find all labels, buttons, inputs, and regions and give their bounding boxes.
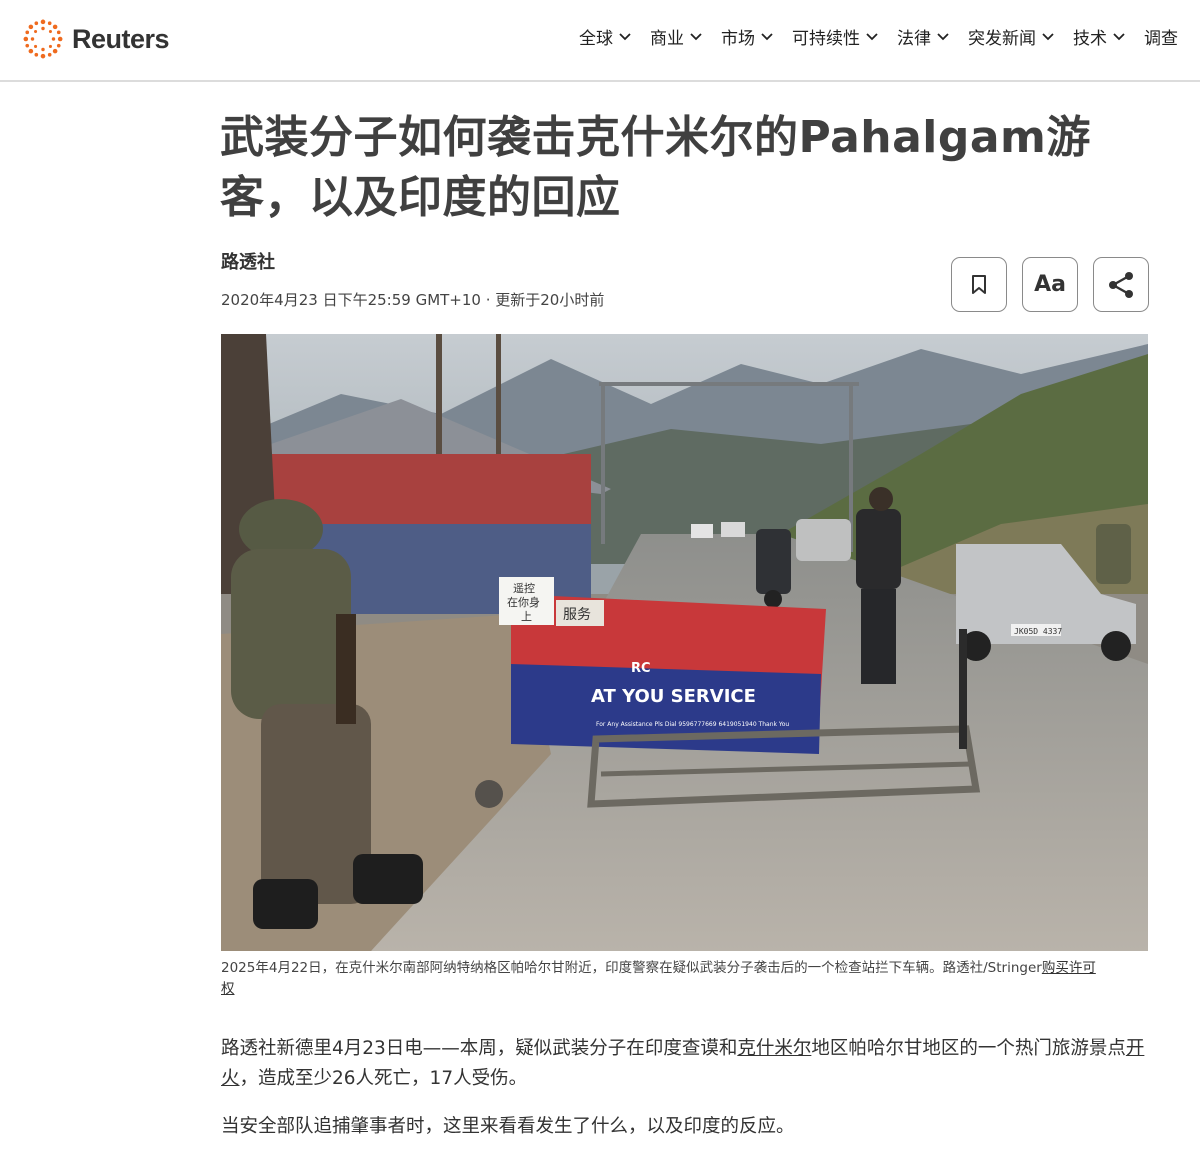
photo-caption: 2025年4月22日，在克什米尔南部阿纳特纳格区帕哈尔甘附近，印度警察在疑似武装… <box>221 958 1101 1000</box>
paragraph-text: ，造成至少26人死亡，17人受伤。 <box>239 1068 528 1089</box>
nav-item-sustainability[interactable]: 可持续性 <box>792 24 879 49</box>
caption-text: 2025年4月22日，在克什米尔南部阿纳特纳格区帕哈尔甘附近，印度警察在疑似武装… <box>221 960 1042 976</box>
nav-label: 突发新闻 <box>968 29 1036 49</box>
article-byline: 路透社 <box>221 252 275 273</box>
sign-remote: 遥控 <box>513 581 535 595</box>
nav-label: 商业 <box>650 29 684 49</box>
article-dateline: 2020年4月23 日下午25:59 GMT+10 · 更新于20小时前 <box>221 291 605 309</box>
nav-item-markets[interactable]: 市场 <box>721 24 774 49</box>
chevron-down-icon <box>690 32 702 40</box>
share-button[interactable] <box>1093 257 1149 312</box>
nav-item-breaking-news[interactable]: 突发新闻 <box>968 24 1055 49</box>
checkpoint-photo: JK05D 4337 RC AT YOU SERVICE For Any Ass… <box>221 334 1148 951</box>
site-header: Reuters 全球 商业 市场 可持续性 法律 突发新闻 技术 调查 <box>0 0 1200 82</box>
chevron-down-icon <box>1113 32 1125 40</box>
chevron-down-icon <box>1042 32 1054 40</box>
nav-item-technology[interactable]: 技术 <box>1073 24 1126 49</box>
kashmir-link[interactable]: 克什米尔 <box>737 1038 811 1059</box>
nav-item-investigations[interactable]: 调查 <box>1144 24 1178 49</box>
article-headline: 武装分子如何袭击克什米尔的Pahalgam游客，以及印度的回应 <box>220 112 1091 223</box>
share-icon <box>1109 271 1133 298</box>
paragraph-text: 路透社新德里4月23日电——本周，疑似武装分子在印度查谟和 <box>221 1038 738 1059</box>
reuters-logo-icon <box>23 19 63 59</box>
nav-label: 调查 <box>1144 29 1178 49</box>
sign-remote-line2: 在你身 <box>507 595 540 609</box>
chevron-down-icon <box>761 32 773 40</box>
sign-remote-line3: 上 <box>521 610 532 623</box>
barrier-small-text: For Any Assistance Pls Dial 9596777669 6… <box>596 721 789 728</box>
nav-label: 可持续性 <box>792 29 860 49</box>
nav-item-business[interactable]: 商业 <box>650 24 703 49</box>
nav-item-legal[interactable]: 法律 <box>897 24 950 49</box>
article-paragraph-1: 路透社新德里4月23日电——本周，疑似武装分子在印度查谟和克什米尔地区帕哈尔甘地… <box>221 1034 1156 1094</box>
main-nav: 全球 商业 市场 可持续性 法律 突发新闻 技术 调查 <box>579 24 1178 49</box>
barrier-service-text: AT YOU SERVICE <box>591 686 756 707</box>
bookmark-icon <box>972 274 986 294</box>
nav-label: 技术 <box>1073 29 1107 49</box>
article-photo: JK05D 4337 RC AT YOU SERVICE For Any Ass… <box>221 334 1148 951</box>
nav-label: 全球 <box>579 29 613 49</box>
barrier-rc-text: RC <box>631 661 651 676</box>
nav-item-global[interactable]: 全球 <box>579 24 632 49</box>
bookmark-button[interactable] <box>951 257 1007 312</box>
brand-name: Reuters <box>72 23 170 54</box>
chevron-down-icon <box>619 32 631 40</box>
chevron-down-icon <box>937 32 949 40</box>
font-size-label: Aa <box>1034 272 1066 297</box>
sign-service: 服务 <box>563 607 591 623</box>
chevron-down-icon <box>866 32 878 40</box>
paragraph-text: 地区帕哈尔甘地区的一个热门旅游景点 <box>811 1038 1126 1059</box>
article-paragraph-2: 当安全部队追捕肇事者时，这里来看看发生了什么，以及印度的反应。 <box>221 1116 795 1137</box>
nav-label: 法律 <box>897 29 931 49</box>
car-plate: JK05D 4337 <box>1014 627 1062 636</box>
reuters-logo[interactable]: Reuters <box>22 17 170 61</box>
nav-label: 市场 <box>721 29 755 49</box>
article-tools: Aa <box>951 257 1149 312</box>
font-size-button[interactable]: Aa <box>1022 257 1078 312</box>
